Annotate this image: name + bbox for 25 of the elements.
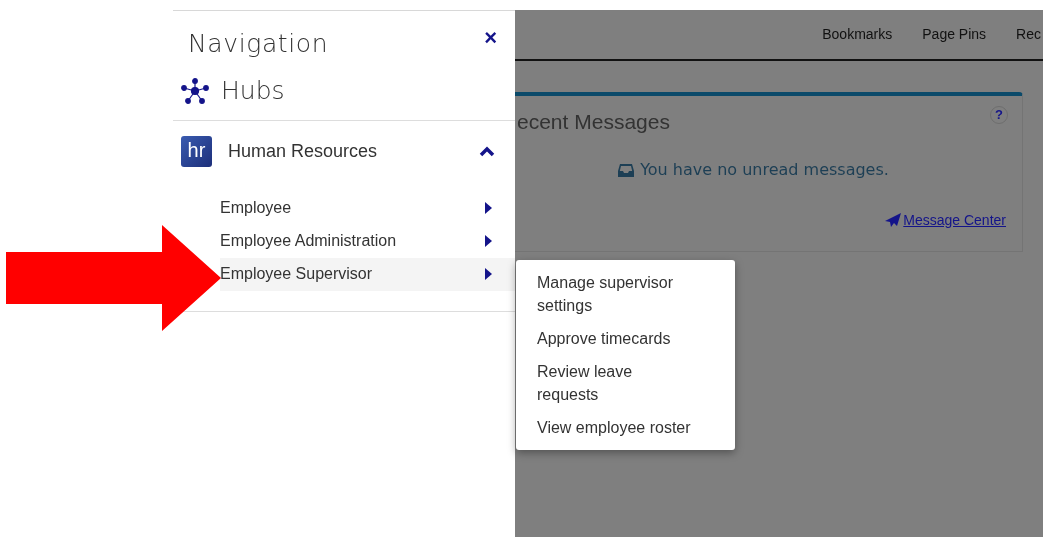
caret-right-icon (485, 268, 492, 280)
caret-right-icon (485, 235, 492, 247)
module-name: Human Resources (228, 140, 379, 163)
submenu-item[interactable]: Manage supervisor settings (516, 266, 715, 322)
card-title: ecent Messages (517, 109, 670, 135)
module-header[interactable]: hr Human Resources (173, 120, 515, 183)
top-link[interactable]: Page Pins (922, 24, 987, 45)
top-link[interactable]: Bookmarks (822, 24, 893, 45)
submenu-item[interactable]: Review leave requests (516, 355, 715, 411)
close-button[interactable]: × (484, 27, 497, 49)
empty-message: You have no unread messages. (640, 158, 889, 181)
hubs-link[interactable]: Hubs (221, 72, 285, 110)
nav-item[interactable]: Employee Supervisor (220, 257, 515, 291)
hubs-icon (181, 78, 209, 104)
hr-logo: hr (181, 136, 212, 167)
message-center-link[interactable]: Message Center (903, 209, 1006, 231)
nav-item[interactable]: Employee Administration (220, 224, 515, 258)
send-icon (885, 213, 902, 227)
submenu-item[interactable]: View employee roster (516, 411, 715, 444)
top-link[interactable]: Rec (1016, 24, 1041, 45)
inbox-icon (618, 161, 635, 178)
nav-item[interactable]: Employee (220, 191, 515, 225)
submenu-item[interactable]: Approve timecards (516, 322, 715, 355)
panel-title: Navigation (188, 28, 329, 60)
caret-right-icon (485, 202, 492, 214)
